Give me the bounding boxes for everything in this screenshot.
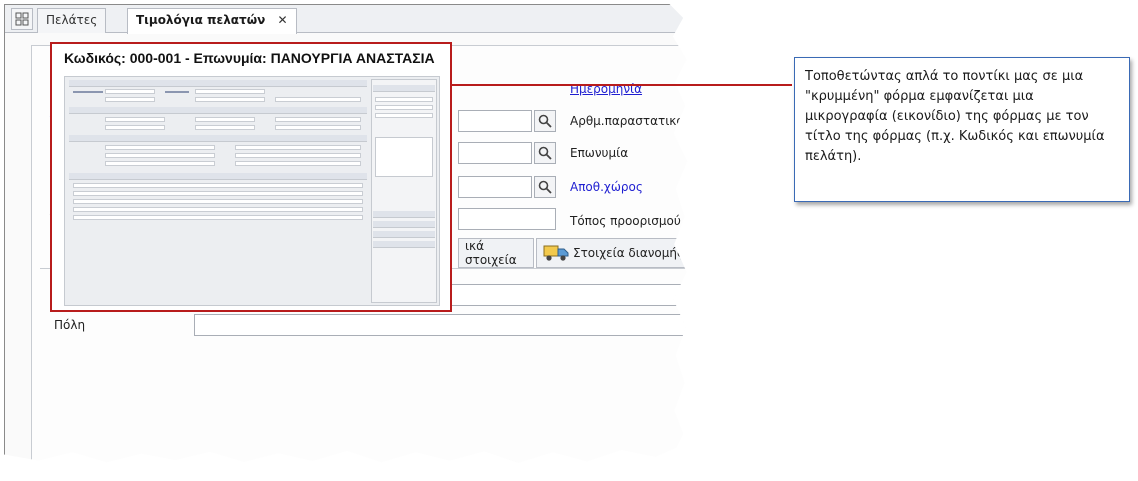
search-icon <box>538 114 552 128</box>
form-field-4[interactable] <box>458 176 532 198</box>
tab-general-info[interactable]: ικά στοιχεία <box>458 238 534 268</box>
mini-text <box>73 91 103 93</box>
close-icon[interactable]: ✕ <box>278 13 288 27</box>
mini-row <box>73 183 363 188</box>
mini-field <box>105 97 155 102</box>
city-label: Πόλη <box>54 318 86 332</box>
mini-field <box>105 125 165 130</box>
form-field-5[interactable] <box>458 208 556 230</box>
grid-icon <box>15 12 29 26</box>
mini-field <box>105 89 155 94</box>
mini-text <box>165 91 189 93</box>
name-label: Επωνυμία <box>570 146 629 160</box>
city-field[interactable] <box>194 314 688 336</box>
form-field-2[interactable] <box>458 110 532 132</box>
mini-field <box>105 153 215 158</box>
mini-row <box>73 191 363 196</box>
search-icon <box>538 146 552 160</box>
mini-row <box>73 215 363 220</box>
mini-field <box>275 97 361 102</box>
mini-field <box>235 153 361 158</box>
mini-field <box>375 105 433 110</box>
mini-field <box>195 125 255 130</box>
mini-field <box>105 117 165 122</box>
callout-text: Τοποθετώντας απλά το ποντίκι μας σε μια … <box>805 69 1105 164</box>
mini-side-bar <box>373 231 435 238</box>
tab-customers-label: Πελάτες <box>46 13 98 27</box>
search-icon <box>538 180 552 194</box>
mini-side-list <box>375 137 433 177</box>
search-button-4[interactable] <box>534 176 556 198</box>
tab-customer-invoices[interactable]: Τιμολόγια πελατών ✕ <box>127 8 297 34</box>
mini-row <box>73 199 363 204</box>
mini-field <box>375 113 433 118</box>
mini-side-bar <box>373 241 435 248</box>
mini-field <box>275 125 361 130</box>
search-button-3[interactable] <box>534 142 556 164</box>
mini-field <box>105 161 215 166</box>
mini-side-bar <box>373 211 435 218</box>
mini-field <box>275 117 361 122</box>
mini-field <box>195 89 265 94</box>
tab-distribution-info[interactable]: Στοιχεία διανομής <box>536 238 688 268</box>
mini-grid-header <box>69 173 367 180</box>
mini-field <box>235 145 361 150</box>
tab-strip: Πελάτες Τιμολόγια πελατών ✕ <box>5 5 688 34</box>
mini-toolbar <box>69 80 367 87</box>
warehouse-label[interactable]: Αποθ.χώρος <box>570 180 643 194</box>
mini-field <box>235 161 361 166</box>
mini-tabs-bar <box>69 135 367 142</box>
doc-number-label: Αρθμ.παραστατικο <box>570 114 684 128</box>
destination-label: Τόπος προορισμού <box>570 214 681 228</box>
tab-customer-invoices-label: Τιμολόγια πελατών <box>136 13 266 27</box>
thumbnail-title: Κωδικός: 000-001 - Επωνυμία: ΠΑΝΟΥΡΓΙΑ Α… <box>64 50 435 66</box>
mini-side-bar <box>373 221 435 228</box>
mini-field <box>195 97 265 102</box>
mini-row <box>73 207 363 212</box>
form-thumbnail-preview[interactable]: Κωδικός: 000-001 - Επωνυμία: ΠΑΝΟΥΡΓΙΑ Α… <box>50 42 452 312</box>
tab-distribution-info-label: Στοιχεία διανομής <box>573 246 685 260</box>
mini-field <box>195 117 255 122</box>
tab-general-info-label: ικά στοιχεία <box>465 239 517 267</box>
mini-field <box>375 97 433 102</box>
truck-icon <box>543 245 569 261</box>
mini-side-bar <box>373 85 435 92</box>
mini-field <box>105 145 215 150</box>
form-field-3[interactable] <box>458 142 532 164</box>
tab-customers[interactable]: Πελάτες <box>37 8 107 33</box>
search-button-2[interactable] <box>534 110 556 132</box>
thumbnail-image <box>64 76 440 306</box>
callout-connector-line <box>452 84 792 86</box>
tab-overview-button[interactable] <box>11 8 33 30</box>
mini-section-bar <box>69 107 367 114</box>
callout-box: Τοποθετώντας απλά το ποντίκι μας σε μια … <box>794 57 1130 202</box>
